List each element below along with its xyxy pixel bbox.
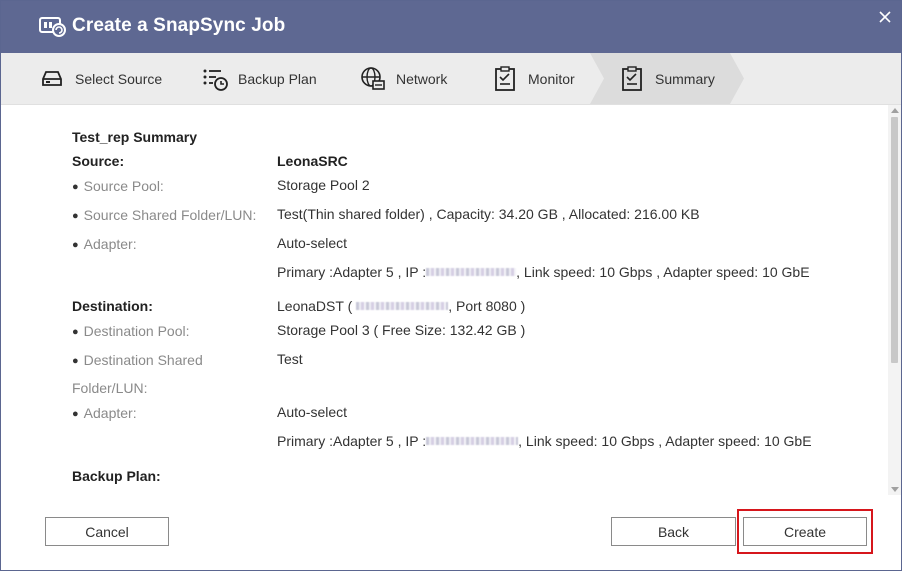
source-pool-label: ● Source Pool:	[72, 178, 164, 194]
network-icon	[361, 66, 385, 90]
destination-adapter-label: ● Adapter:	[72, 405, 137, 421]
step-summary[interactable]: Summary	[619, 53, 715, 104]
summary-title: Test_rep Summary	[72, 129, 198, 145]
create-button-highlight	[737, 509, 873, 554]
scroll-up-icon[interactable]	[891, 108, 899, 113]
destination-folder-label: ● Destination Shared	[72, 352, 203, 368]
scroll-down-icon[interactable]	[891, 487, 899, 492]
source-header: Source:	[72, 153, 125, 169]
source-folder-label: ● Source Shared Folder/LUN:	[72, 207, 257, 223]
title-bar: Create a SnapSync Job	[1, 1, 901, 53]
destination-pool-value: Storage Pool 3 ( Free Size: 132.42 GB )	[277, 322, 526, 338]
step-label: Monitor	[528, 70, 575, 87]
step-label: Select Source	[75, 70, 163, 87]
monitor-checklist-icon	[495, 65, 515, 91]
destination-header: Destination:	[72, 298, 153, 314]
source-folder-value: Test(Thin shared folder) , Capacity: 34.…	[277, 206, 700, 222]
destination-folder-value: Test	[277, 351, 303, 367]
destination-adapter-value: Auto-select	[277, 404, 348, 420]
backup-plan-icon	[203, 69, 228, 91]
summary-checklist-icon	[622, 65, 642, 91]
source-name: LeonaSRC	[277, 153, 348, 169]
scroll-thumb[interactable]	[891, 117, 898, 363]
content-scrollbar[interactable]	[888, 105, 901, 495]
wizard-steps: Select Source Backup Plan Network Monito…	[1, 53, 901, 105]
redacted-ip	[426, 437, 519, 446]
bullet-icon: ●	[72, 408, 79, 420]
bullet-icon: ●	[72, 326, 79, 338]
step-label: Summary	[655, 70, 715, 87]
step-label: Backup Plan	[238, 70, 317, 87]
destination-folder-label-cont: Folder/LUN:	[72, 380, 148, 396]
snapsync-app-icon	[39, 17, 66, 37]
destination-pool-label: ● Destination Pool:	[72, 323, 190, 339]
snapsync-dialog: Create a SnapSync Job Select Source Back…	[0, 0, 902, 571]
source-adapter-label: ● Adapter:	[72, 236, 137, 252]
source-adapter-value: Auto-select	[277, 235, 348, 251]
cancel-button[interactable]: Cancel	[45, 517, 169, 546]
backup-plan-header: Backup Plan:	[72, 468, 161, 484]
bullet-icon: ●	[72, 210, 79, 222]
source-pool-value: Storage Pool 2	[277, 177, 370, 193]
destination-primary-adapter: Primary :Adapter 5 , IP :, Link speed: 1…	[277, 433, 812, 449]
redacted-ip	[356, 302, 449, 311]
bullet-icon: ●	[72, 355, 79, 367]
redacted-ip	[426, 268, 517, 277]
bullet-icon: ●	[72, 239, 79, 251]
source-primary-adapter: Primary :Adapter 5 , IP :, Link speed: 1…	[277, 264, 810, 280]
step-backup-plan[interactable]: Backup Plan	[202, 53, 317, 104]
close-icon[interactable]	[875, 7, 895, 27]
drive-icon	[42, 70, 62, 86]
destination-name: LeonaDST (, Port 8080 )	[277, 298, 526, 314]
back-button[interactable]: Back	[611, 517, 736, 546]
dialog-title: Create a SnapSync Job	[72, 15, 286, 36]
step-network[interactable]: Network	[360, 53, 447, 104]
summary-content: Test_rep Summary Source: LeonaSRC ● Sourc…	[1, 105, 888, 495]
step-select-source[interactable]: Select Source	[39, 53, 162, 104]
bullet-icon: ●	[72, 181, 79, 193]
step-monitor[interactable]: Monitor	[492, 53, 575, 104]
step-label: Network	[396, 70, 448, 87]
